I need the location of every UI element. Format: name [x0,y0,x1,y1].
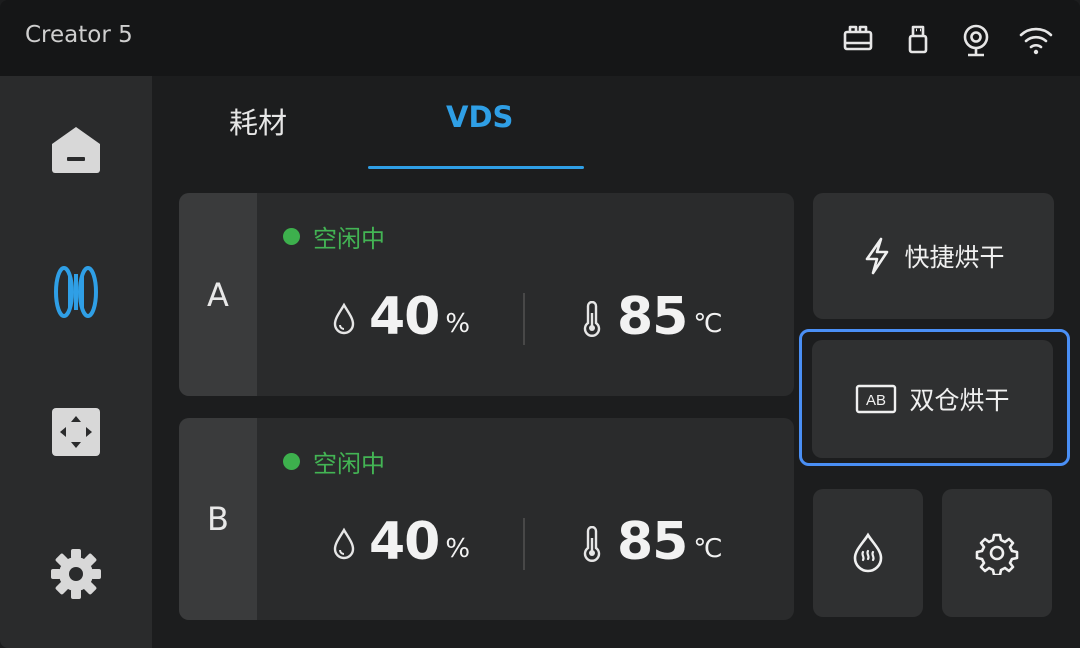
status-dot [283,228,300,245]
slot-label: B [179,418,257,620]
nav-move[interactable] [44,400,108,464]
slot-label: A [179,193,257,396]
dual-dry-label: 双仓烘干 [909,386,1010,415]
screen: Creator 5 耗材 VDS A 空闲中 40 % 85 ℃ B 空闲中 4… [0,0,1080,648]
temperature-unit: ℃ [693,309,723,339]
reading-divider [523,293,525,345]
camera-icon [958,22,994,58]
slot-card-a[interactable]: A 空闲中 40 % 85 ℃ [179,193,794,396]
slot-status: 空闲中 [283,444,385,479]
status-dot [283,453,300,470]
wifi-icon [1018,22,1054,58]
drop-heat-icon [853,532,883,573]
nav-settings[interactable] [44,542,108,606]
reading-divider [523,518,525,570]
temperature-reading: 85 ℃ [579,291,723,343]
active-tab-indicator [368,166,584,169]
nav-home[interactable] [44,118,108,182]
humidity-reading: 40 % [331,516,470,568]
move-axis-icon [52,408,100,456]
slot-card-b[interactable]: B 空闲中 40 % 85 ℃ [179,418,794,620]
vds-settings-button[interactable] [942,489,1052,617]
humidity-reading: 40 % [331,291,470,343]
lightning-icon [866,237,889,275]
status-text: 空闲中 [313,450,385,478]
home-icon [52,127,100,173]
humidity-value: 40 [369,512,440,572]
tab-consumables[interactable]: 耗材 [229,100,287,142]
sidebar [0,76,152,648]
drying-button[interactable] [813,489,923,617]
humidity-unit: % [445,309,471,339]
temperature-value: 85 [617,287,688,347]
thermometer-icon [583,301,601,337]
slot-status: 空闲中 [283,219,385,254]
quick-dry-label: 快捷烘干 [904,243,1005,272]
humidity-value: 40 [369,287,440,347]
usb-icon [900,22,936,58]
quick-dry-button[interactable]: 快捷烘干 [813,193,1054,319]
filament-spool-icon [54,266,98,318]
thermometer-icon [583,526,601,562]
humidity-drop-icon [333,527,355,560]
app-title: Creator 5 [25,22,133,48]
settings-icon [51,549,101,599]
printhead-icon [840,22,876,58]
gear-icon [975,533,1019,575]
humidity-unit: % [445,534,471,564]
status-text: 空闲中 [313,225,385,253]
temperature-value: 85 [617,512,688,572]
dual-dry-button[interactable]: AB 双仓烘干 [812,340,1053,458]
temperature-reading: 85 ℃ [579,516,723,568]
tab-vds[interactable]: VDS [446,100,513,134]
temperature-unit: ℃ [693,534,723,564]
nav-filament[interactable] [44,260,108,324]
ab-icon-text: AB [866,392,886,409]
top-status-bar: Creator 5 [0,0,1080,76]
humidity-drop-icon [333,302,355,335]
ab-icon: AB [856,384,897,414]
